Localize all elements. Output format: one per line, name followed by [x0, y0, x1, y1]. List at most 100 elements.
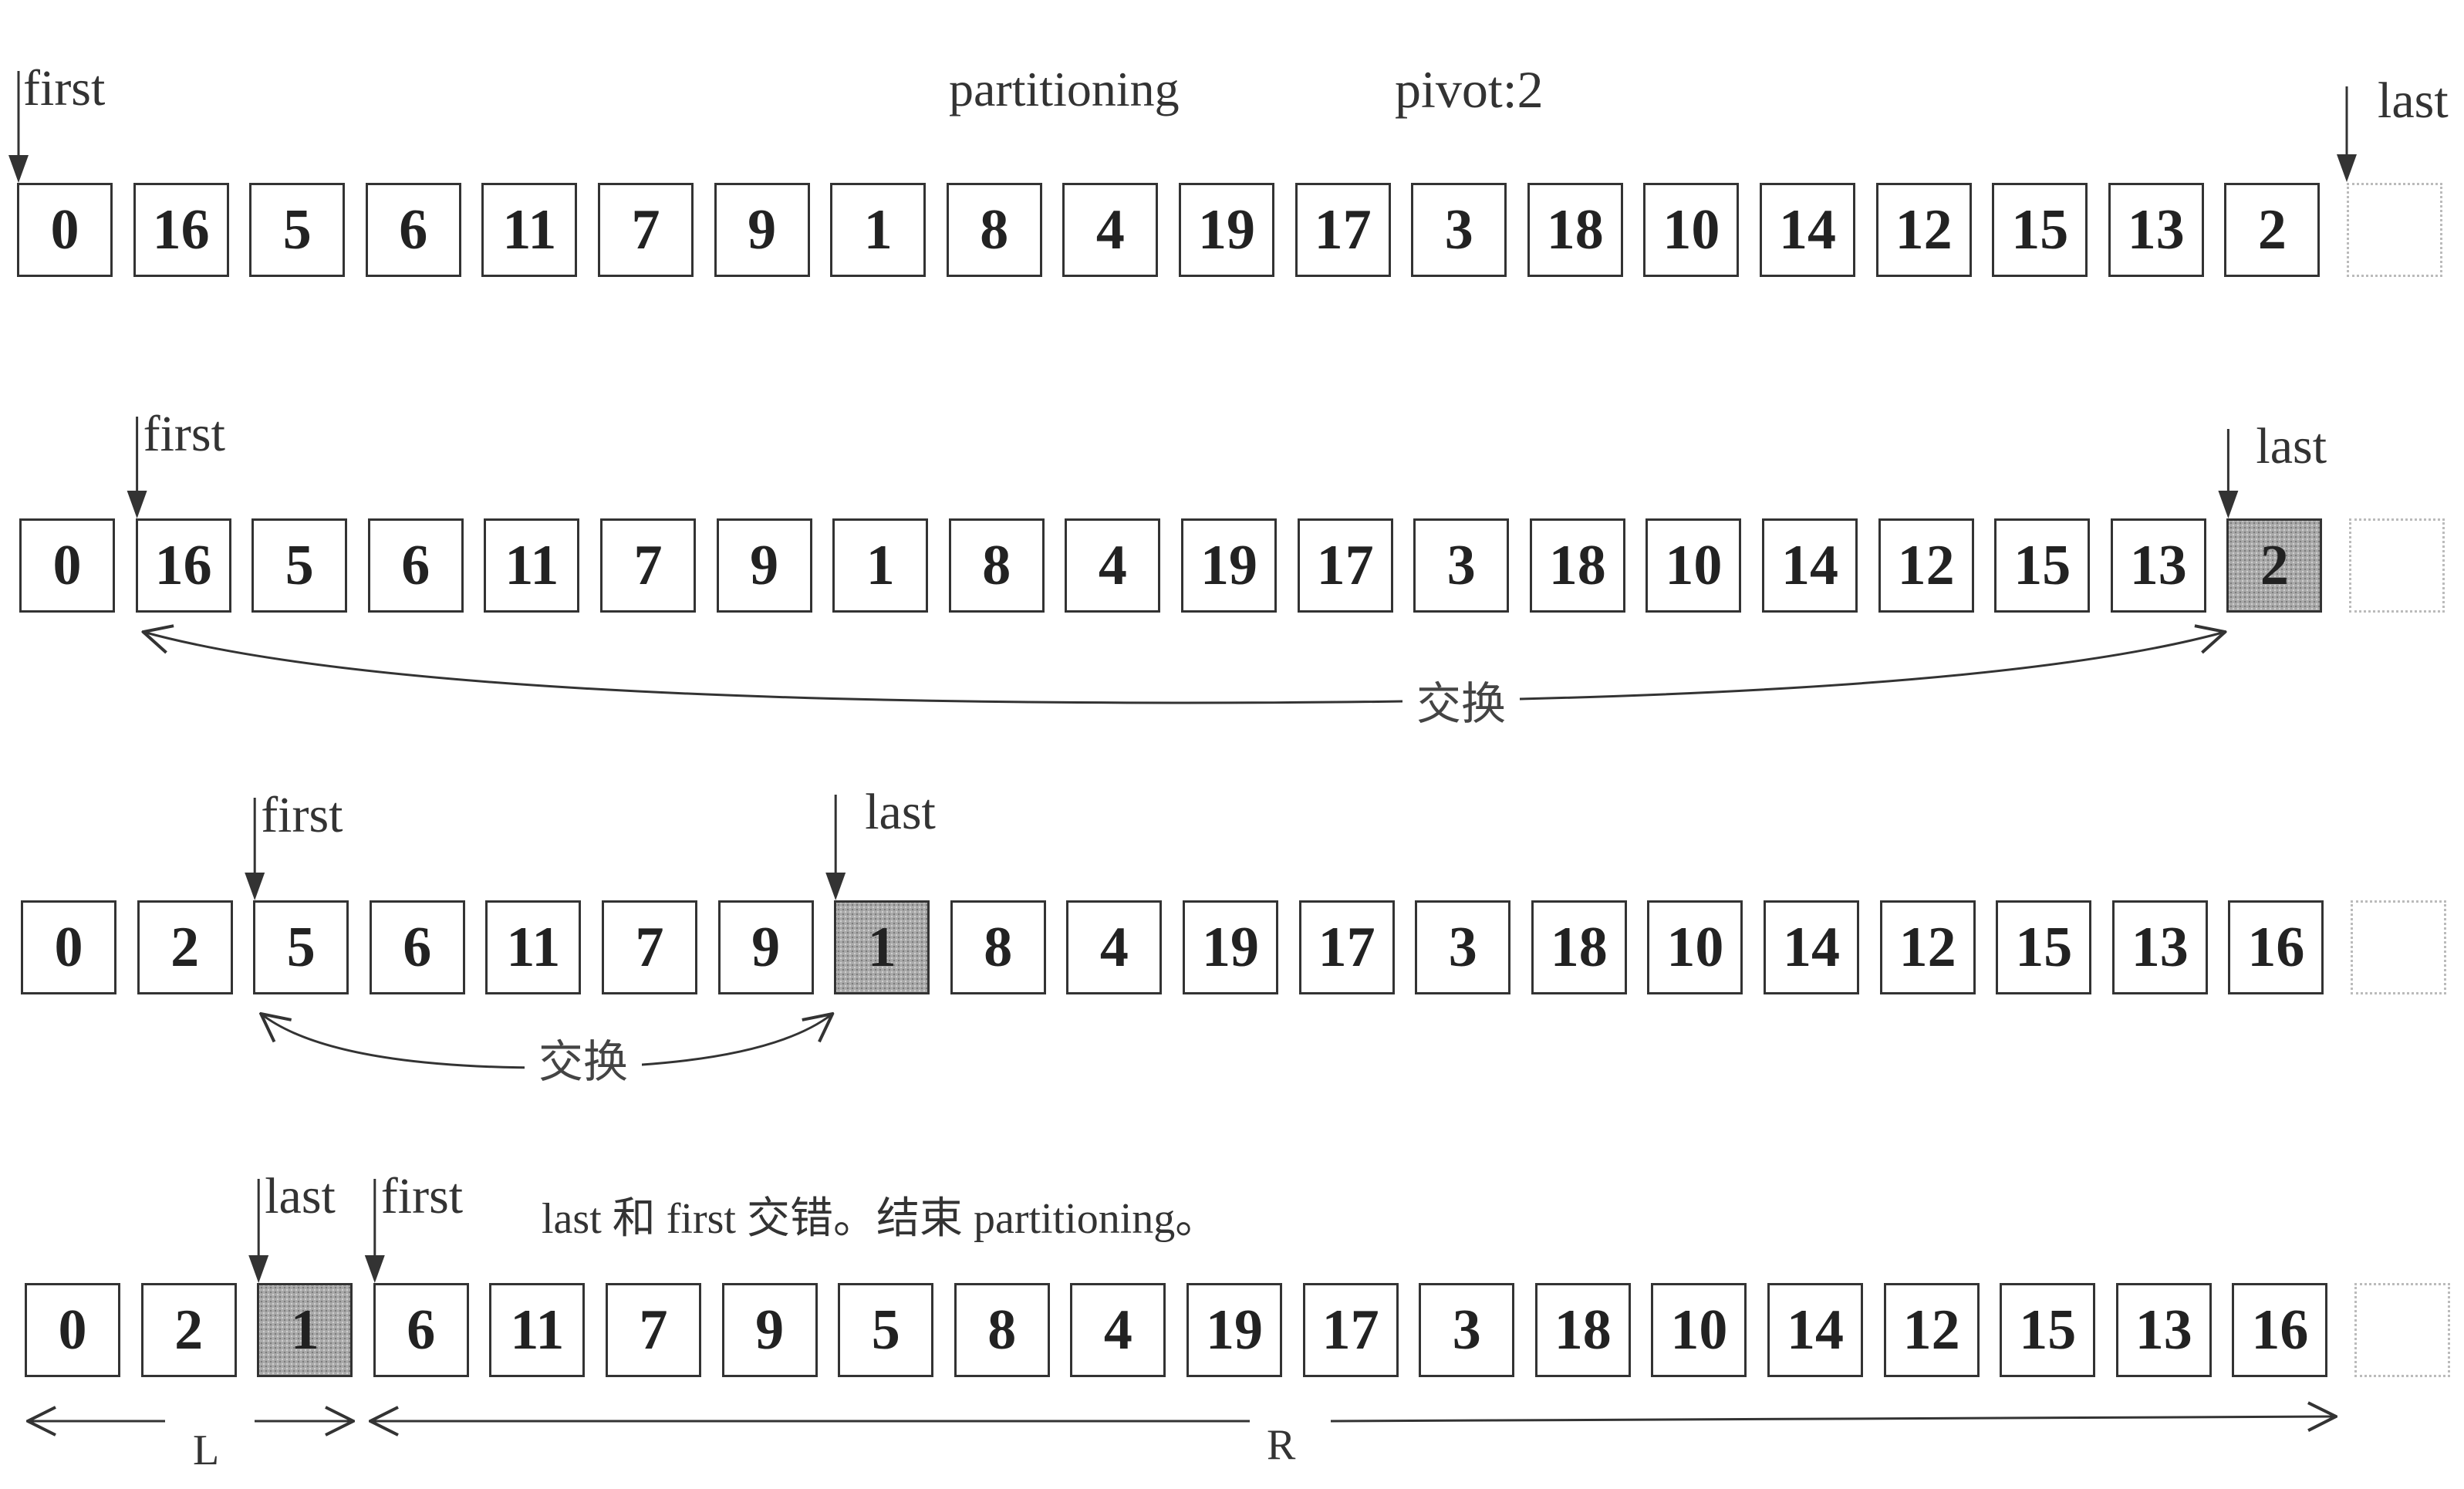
cell-value: 17 — [1314, 198, 1372, 262]
array-end-slot — [2354, 1283, 2450, 1377]
cell-value: 16 — [2247, 916, 2305, 979]
cell-value: 19 — [1206, 1298, 1263, 1362]
cell-value: 16 — [152, 198, 210, 262]
cell-value: 10 — [1665, 534, 1723, 597]
array-cell: 15 — [1992, 183, 2088, 277]
cell-value: 9 — [751, 916, 781, 979]
cell-value: 8 — [980, 198, 1009, 262]
array-cell: 0 — [25, 1283, 120, 1377]
cell-value: 4 — [1095, 198, 1125, 262]
cell-value: 12 — [1902, 1298, 1960, 1362]
cell-value: 16 — [154, 534, 212, 597]
cell-value: 2 — [174, 1298, 204, 1362]
cell-value: 12 — [1897, 534, 1955, 597]
array-cell: 3 — [1413, 518, 1510, 613]
cell-value: 11 — [502, 198, 557, 262]
partitioning-title: partitioning — [949, 62, 1180, 116]
array-cell: 17 — [1298, 900, 1395, 994]
row4-last-pointer-arrowhead-icon — [248, 1255, 269, 1283]
array-cell: 17 — [1294, 183, 1391, 277]
array-cell: 14 — [1767, 1283, 1863, 1377]
cell-value: 18 — [1548, 534, 1606, 597]
array-cell: 7 — [600, 518, 696, 613]
cell-value: 12 — [1899, 916, 1956, 979]
row1-first-pointer-label: first — [23, 60, 106, 116]
row4-first-pointer-label: first — [380, 1168, 464, 1224]
array-cell: 9 — [717, 900, 814, 994]
cell-value: 1 — [867, 916, 896, 979]
array-cell: 9 — [714, 183, 810, 277]
cell-value: 15 — [2015, 916, 2073, 979]
row1-last-pointer-label: last — [2378, 73, 2449, 129]
range-L-label: L — [193, 1427, 220, 1474]
array-cell: 18 — [1529, 518, 1625, 613]
cell-value: 0 — [50, 198, 79, 262]
array-cell: 1 — [830, 183, 927, 277]
cell-value: 10 — [1670, 1298, 1728, 1362]
array-cell: 17 — [1302, 1283, 1399, 1377]
array-end-slot — [2349, 518, 2445, 613]
cell-value: 0 — [52, 534, 82, 597]
cell-value: 13 — [2131, 916, 2189, 979]
array-cell: 14 — [1760, 183, 1855, 277]
array-cell: 13 — [2111, 900, 2208, 994]
cell-value: 9 — [748, 198, 777, 262]
cell-value: 13 — [2129, 534, 2187, 597]
cell-value: 6 — [407, 1298, 436, 1362]
row2-swap-label: 交换 — [1402, 681, 1521, 726]
cell-value: 3 — [1448, 916, 1477, 979]
cell-value: 11 — [505, 534, 559, 597]
cell-value: 11 — [506, 916, 561, 979]
array-cell: 9 — [716, 518, 812, 613]
row3-first-pointer-arrowhead-icon — [245, 873, 265, 900]
array-end-slot — [2351, 900, 2446, 994]
array-cell: 3 — [1419, 1283, 1515, 1377]
cell-value: 6 — [399, 198, 428, 262]
pivot-label: pivot:2 — [1395, 60, 1544, 119]
cell-value: 14 — [1781, 534, 1838, 597]
range-R-label: R — [1267, 1421, 1296, 1469]
array-cell: 8 — [948, 518, 1045, 613]
array-cell: 12 — [1879, 900, 1976, 994]
array-cell: 5 — [838, 1283, 934, 1377]
row2-swap-left-arc — [143, 632, 1185, 704]
cell-value: 6 — [401, 534, 430, 597]
cell-value: 3 — [1444, 198, 1473, 262]
array-cell: 19 — [1186, 1283, 1282, 1377]
array-cell: 5 — [251, 518, 348, 613]
array-cell: 5 — [253, 900, 349, 994]
array-cell: 8 — [950, 900, 1046, 994]
cell-value: 0 — [58, 1298, 87, 1362]
cell-value: 18 — [1546, 198, 1604, 262]
array-cell: 13 — [2115, 1283, 2212, 1377]
array-end-slot — [2347, 183, 2442, 277]
row4-last-pointer-label: last — [265, 1168, 336, 1224]
cell-value: 15 — [2011, 198, 2069, 262]
array-cell: 19 — [1181, 518, 1277, 613]
array-cell: 16 — [2228, 900, 2324, 994]
array-cell: 2 — [137, 900, 233, 994]
cell-value: 14 — [1783, 916, 1840, 979]
array-cell: 5 — [249, 183, 346, 277]
array-cell: 18 — [1527, 183, 1623, 277]
array-cell: 11 — [489, 1283, 586, 1377]
array-cell: 17 — [1297, 518, 1393, 613]
cell-value: 13 — [2135, 1298, 2192, 1362]
array-cell: 9 — [721, 1283, 818, 1377]
array-cell: 15 — [1996, 900, 2092, 994]
array-cell: 11 — [485, 900, 582, 994]
row3-first-pointer-label: first — [261, 787, 343, 843]
cell-value: 15 — [2019, 1298, 2077, 1362]
cell-value: 0 — [54, 916, 83, 979]
quicksort-partition-diagram: partitioning pivot:2 last 和 first 交错。结束 … — [0, 0, 2464, 1489]
cell-value: 5 — [286, 916, 316, 979]
array-cell: 10 — [1647, 900, 1743, 994]
cell-value: 4 — [1099, 916, 1129, 979]
array-cell: 11 — [481, 183, 578, 277]
cell-value: 3 — [1452, 1298, 1481, 1362]
cell-value: 19 — [1202, 916, 1259, 979]
array-cell: 13 — [2110, 518, 2206, 613]
array-cell: 19 — [1183, 900, 1278, 994]
array-cell: 18 — [1534, 1283, 1631, 1377]
array-cell: 1 — [832, 518, 929, 613]
